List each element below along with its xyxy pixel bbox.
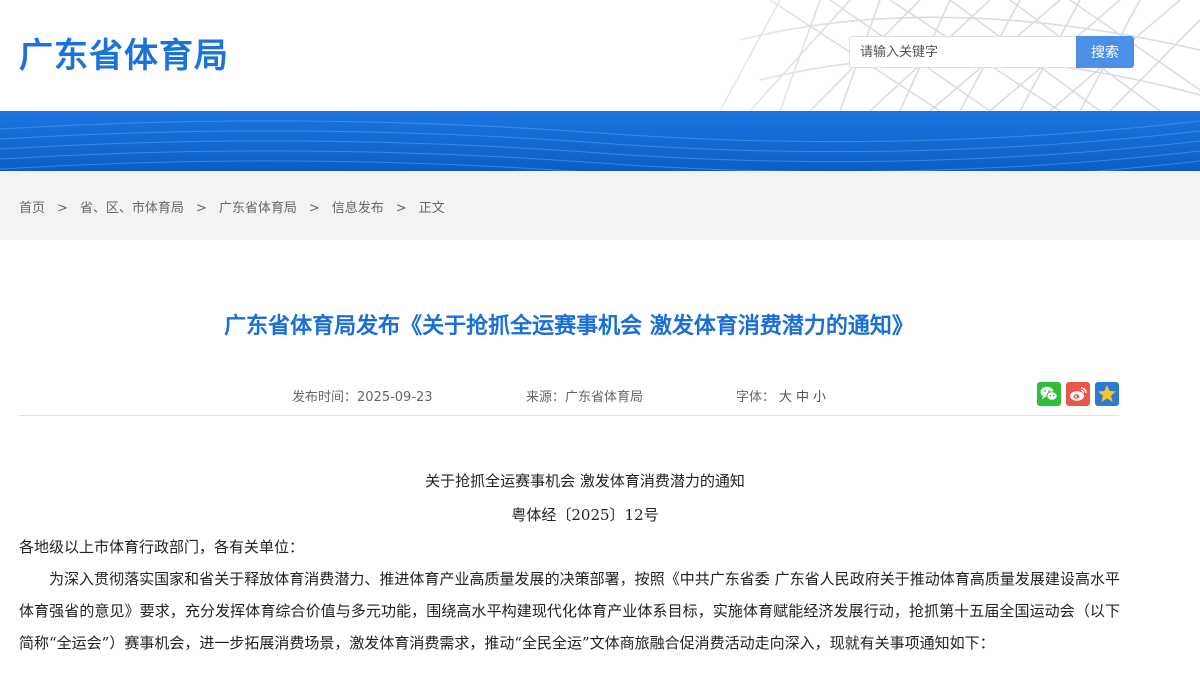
breadcrumb-news-release[interactable]: 信息发布 xyxy=(332,201,384,216)
breadcrumb-home[interactable]: 首页 xyxy=(19,201,45,216)
document-salutation: 各地级以上市体育行政部门，各有关单位： xyxy=(19,538,305,556)
font-size-large[interactable]: 大 xyxy=(779,390,792,405)
font-size-selector: 字体：大中小 xyxy=(736,386,826,405)
breadcrumb-current: 正文 xyxy=(418,201,445,216)
breadcrumb-separator: > xyxy=(195,201,207,216)
article-source: 来源：广东省体育局 xyxy=(526,386,643,405)
breadcrumb-separator: > xyxy=(57,201,68,216)
font-size-medium[interactable]: 中 xyxy=(796,390,809,405)
header-banner xyxy=(0,111,1200,171)
weibo-icon[interactable] xyxy=(1066,382,1090,406)
search-button[interactable]: 搜索 xyxy=(1076,36,1134,68)
breadcrumb: 首页 > 省、区、市体育局 > 广东省体育局 > 信息发布 > 正文 xyxy=(19,197,445,216)
banner-graphic xyxy=(0,111,1200,171)
publish-date: 发布时间：2025-09-23 xyxy=(292,386,433,405)
breadcrumb-bar: 首页 > 省、区、市体育局 > 广东省体育局 > 信息发布 > 正文 xyxy=(0,171,1200,240)
breadcrumb-guangdong-bureau[interactable]: 广东省体育局 xyxy=(219,201,297,216)
font-size-small[interactable]: 小 xyxy=(813,390,826,405)
breadcrumb-provincial-bureaus[interactable]: 省、区、市体育局 xyxy=(80,201,184,216)
document-paragraph: 为深入贯彻落实国家和省关于释放体育消费潜力、推进体育产业高质量发展的决策部署，按… xyxy=(19,570,1120,652)
publish-date-value: 2025-09-23 xyxy=(357,390,433,405)
breadcrumb-separator: > xyxy=(395,201,407,216)
document-number: 粤体经〔2025〕12号 xyxy=(511,506,659,524)
site-header: 广东省体育局 搜索 xyxy=(0,0,1200,111)
wechat-icon[interactable] xyxy=(1037,382,1061,406)
qzone-icon[interactable] xyxy=(1095,382,1119,406)
search-input[interactable] xyxy=(849,36,1077,68)
breadcrumb-separator: > xyxy=(308,201,320,216)
publish-date-label: 发布时间： xyxy=(292,390,358,405)
document-title: 关于抢抓全运赛事机会 激发体育消费潜力的通知 xyxy=(425,472,745,490)
font-size-label: 字体： xyxy=(736,390,776,405)
article-title: 广东省体育局发布《关于抢抓全运赛事机会 激发体育消费潜力的通知》 xyxy=(224,314,914,339)
source-value: 广东省体育局 xyxy=(565,390,644,405)
site-title[interactable]: 广东省体育局 xyxy=(19,28,229,77)
meta-divider xyxy=(19,415,1119,416)
source-label: 来源： xyxy=(526,390,566,405)
